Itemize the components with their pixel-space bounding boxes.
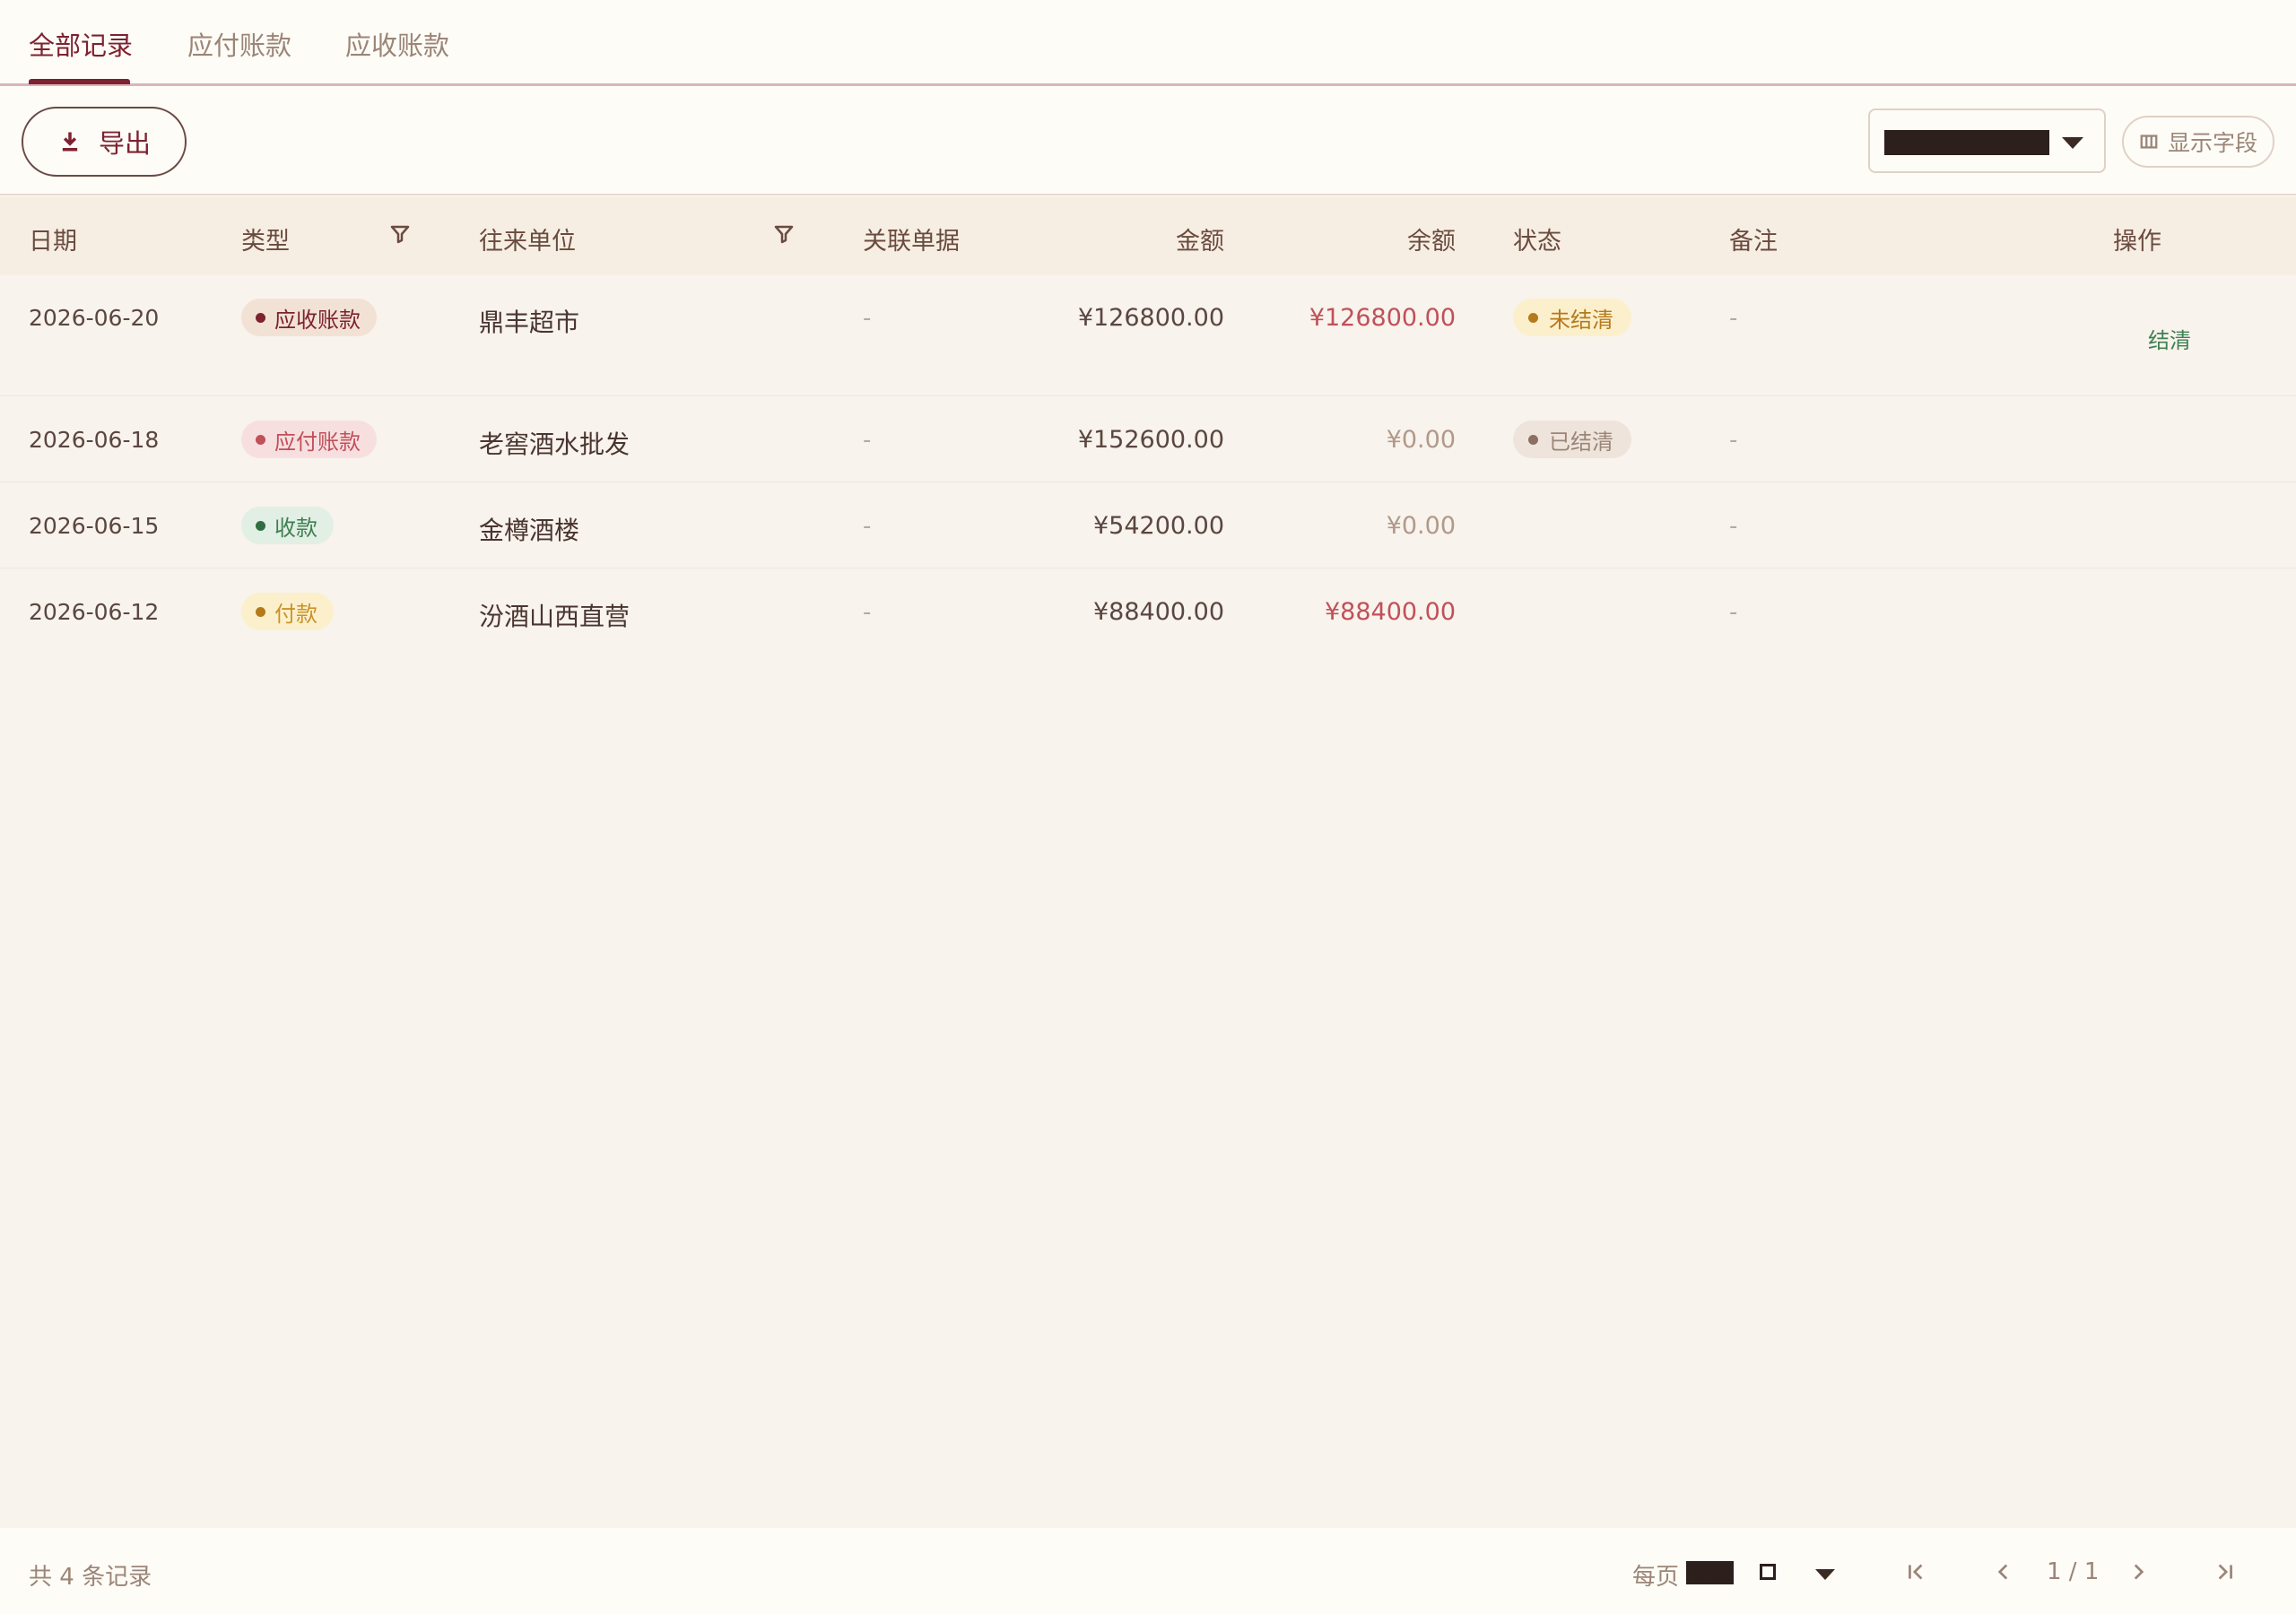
row-party: 鼎丰超市 bbox=[479, 308, 580, 337]
row-date: 2026-06-15 bbox=[29, 513, 160, 539]
dot-icon bbox=[256, 312, 265, 323]
header-status[interactable]: 状态 bbox=[1513, 221, 1561, 256]
row-note: - bbox=[1729, 513, 1738, 540]
status-badge-label: 未结清 bbox=[1549, 307, 1613, 333]
tab-all-records[interactable]: 全部记录 bbox=[29, 25, 133, 63]
toolbar: 导出 ████████████ 显示字段 bbox=[0, 89, 2296, 195]
active-tab-indicator bbox=[29, 79, 130, 84]
row-date: 2026-06-18 bbox=[29, 427, 160, 453]
type-badge-label: 收款 bbox=[274, 515, 317, 541]
row-amount: ¥54200.00 bbox=[1092, 512, 1224, 540]
type-badge-label: 应付账款 bbox=[274, 429, 361, 455]
columns-icon bbox=[2140, 134, 2158, 149]
row-amount: ¥88400.00 bbox=[1092, 598, 1224, 626]
row-ref: - bbox=[863, 513, 872, 540]
header-ref[interactable]: 关联单据 bbox=[863, 221, 960, 256]
per-page-value[interactable]: ███ bbox=[1686, 1561, 1734, 1584]
row-ref: - bbox=[863, 305, 872, 332]
row-balance: ¥126800.00 bbox=[1309, 304, 1456, 332]
dot-icon bbox=[256, 434, 265, 445]
header-action: 操作 bbox=[2113, 228, 2161, 256]
tab-receivables[interactable]: 应收账款 bbox=[345, 25, 449, 63]
dot-icon bbox=[256, 606, 265, 617]
row-note: - bbox=[1729, 427, 1738, 454]
next-page-icon[interactable] bbox=[2126, 1560, 2150, 1584]
type-badge-label: 付款 bbox=[274, 601, 317, 627]
header-balance[interactable]: 余额 bbox=[1407, 221, 1456, 256]
records-table: 日期 类型 往来单位 关联单据 金额 余额 状态 备注 操作 2026-06-2… bbox=[0, 196, 2296, 1528]
table-row[interactable]: 2026-06-18 应付账款 老窖酒水批发 - ¥152600.00 ¥0.0… bbox=[0, 396, 2296, 482]
row-date: 2026-06-20 bbox=[29, 305, 160, 331]
status-badge: 未结清 bbox=[1513, 299, 1631, 336]
filter-icon[interactable] bbox=[773, 223, 795, 245]
per-page-label: 每页 bbox=[1632, 1564, 1680, 1591]
header-amount[interactable]: 金额 bbox=[1176, 221, 1224, 256]
settle-button[interactable]: 结清 bbox=[2148, 323, 2191, 354]
header-party[interactable]: 往来单位 bbox=[479, 221, 576, 256]
type-badge: 付款 bbox=[241, 593, 334, 630]
export-button[interactable]: 导出 bbox=[22, 107, 187, 177]
first-page-icon[interactable] bbox=[1905, 1560, 1928, 1584]
previous-page-icon[interactable] bbox=[1992, 1560, 2015, 1584]
dot-icon bbox=[256, 520, 265, 531]
header-note[interactable]: 备注 bbox=[1729, 221, 1778, 256]
row-party: 汾酒山西直营 bbox=[479, 602, 631, 631]
header-type[interactable]: 类型 bbox=[241, 221, 290, 256]
row-ref: - bbox=[863, 427, 872, 454]
square-icon[interactable] bbox=[1760, 1564, 1776, 1580]
page-indicator: 1 / 1 bbox=[2047, 1558, 2100, 1585]
status-badge: 已结清 bbox=[1513, 421, 1631, 458]
table-row[interactable]: 2026-06-20 应收账款 鼎丰超市 - ¥126800.00 ¥12680… bbox=[0, 274, 2296, 396]
row-note: - bbox=[1729, 599, 1738, 626]
filter-select-value: ████████████ bbox=[1884, 130, 2049, 155]
type-badge: 收款 bbox=[241, 507, 334, 544]
row-amount: ¥152600.00 bbox=[1077, 426, 1224, 454]
display-fields-label: 显示字段 bbox=[2167, 130, 2257, 156]
type-badge: 应收账款 bbox=[241, 299, 377, 336]
row-balance: ¥88400.00 bbox=[1324, 598, 1456, 626]
row-ref: - bbox=[863, 599, 872, 626]
export-label: 导出 bbox=[98, 128, 151, 159]
row-party: 金樽酒楼 bbox=[479, 516, 580, 545]
row-balance: ¥0.00 bbox=[1386, 426, 1456, 454]
type-badge: 应付账款 bbox=[241, 421, 377, 458]
tab-payables[interactable]: 应付账款 bbox=[187, 25, 291, 63]
header-date[interactable]: 日期 bbox=[29, 221, 77, 256]
status-badge-label: 已结清 bbox=[1549, 429, 1613, 455]
last-page-icon[interactable] bbox=[2213, 1560, 2236, 1584]
download-icon bbox=[62, 132, 78, 152]
filter-icon[interactable] bbox=[389, 223, 411, 245]
row-date: 2026-06-12 bbox=[29, 599, 160, 625]
dot-icon bbox=[1528, 312, 1538, 323]
filter-select[interactable]: ████████████ bbox=[1868, 108, 2106, 173]
table-row[interactable]: 2026-06-15 收款 金樽酒楼 - ¥54200.00 ¥0.00 - bbox=[0, 482, 2296, 568]
row-note: - bbox=[1729, 305, 1738, 332]
row-amount: ¥126800.00 bbox=[1077, 304, 1224, 332]
total-count: 共 4 条记录 bbox=[29, 1564, 152, 1591]
type-badge-label: 应收账款 bbox=[274, 307, 361, 333]
row-party: 老窖酒水批发 bbox=[479, 430, 631, 459]
dot-icon bbox=[1528, 434, 1538, 445]
chevron-down-icon[interactable] bbox=[1815, 1569, 1835, 1580]
row-balance: ¥0.00 bbox=[1386, 512, 1456, 540]
display-fields-button[interactable]: 显示字段 bbox=[2122, 116, 2274, 168]
table-header: 日期 类型 往来单位 关联单据 金额 余额 状态 备注 操作 bbox=[0, 196, 2296, 274]
pagination-bar: 共 4 条记录 每页 ███ 1 / 1 bbox=[0, 1528, 2296, 1614]
tab-bar: 全部记录 应付账款 应收账款 bbox=[0, 0, 2296, 86]
table-row[interactable]: 2026-06-12 付款 汾酒山西直营 - ¥88400.00 ¥88400.… bbox=[0, 568, 2296, 655]
chevron-down-icon bbox=[2062, 137, 2083, 149]
